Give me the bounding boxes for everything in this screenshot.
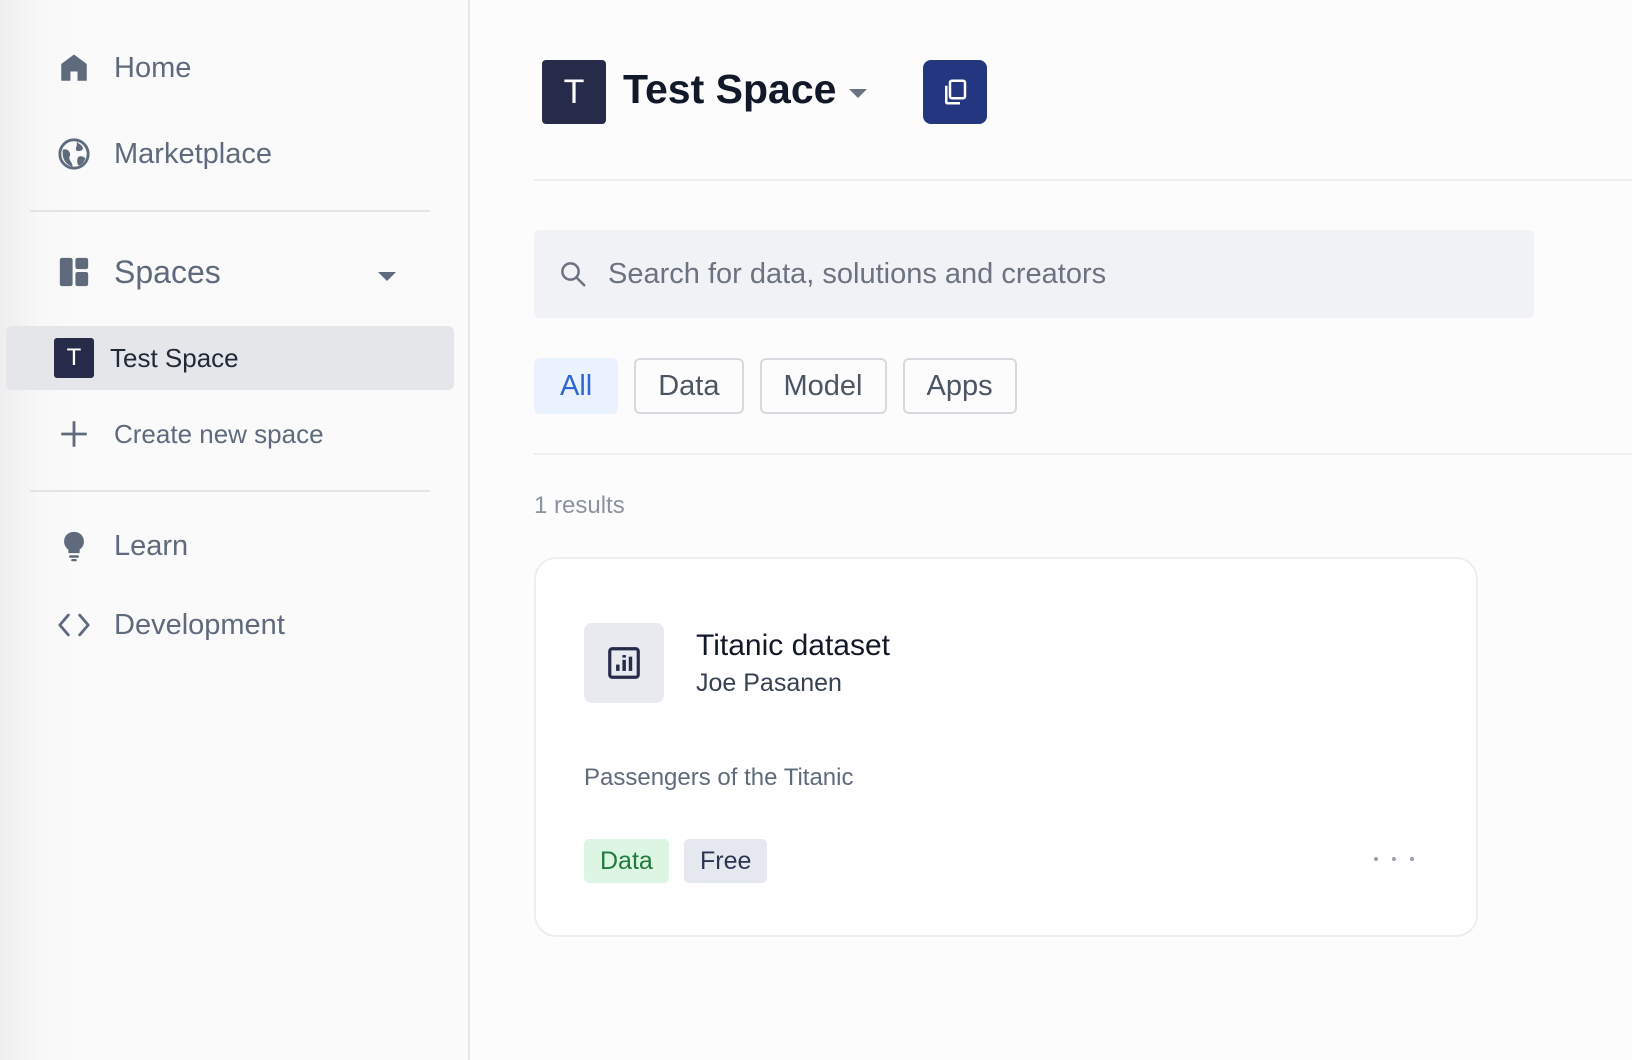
space-label: Test Space <box>110 342 239 373</box>
chevron-down-icon[interactable] <box>848 88 868 99</box>
divider <box>30 210 430 212</box>
filter-apps[interactable]: Apps <box>902 358 1017 414</box>
header-divider <box>534 179 1632 181</box>
code-icon <box>56 607 92 643</box>
sidebar: Home Marketplace Spaces T Test Space Cre… <box>0 0 470 1060</box>
sidebar-spaces-label: Spaces <box>114 253 221 290</box>
lightbulb-icon <box>56 528 92 564</box>
chart-icon <box>608 647 640 679</box>
sidebar-item-label: Learn <box>114 529 189 562</box>
copy-button[interactable] <box>923 60 987 124</box>
home-icon <box>56 50 92 86</box>
sidebar-item-home[interactable]: Home <box>0 40 470 96</box>
chevron-down-icon[interactable] <box>376 271 398 283</box>
filters-divider <box>534 453 1632 455</box>
space-avatar: T <box>54 338 94 378</box>
search-icon <box>561 262 586 287</box>
sidebar-item-label: Home <box>114 51 192 84</box>
create-space-button[interactable]: Create new space <box>0 406 470 462</box>
sidebar-item-label: Development <box>114 608 285 641</box>
divider <box>30 490 430 492</box>
filter-tabs: All Data Model Apps <box>534 358 1017 414</box>
sidebar-item-marketplace[interactable]: Marketplace <box>0 126 470 182</box>
page-title[interactable]: Test Space <box>623 66 836 113</box>
tag-free: Free <box>684 839 768 883</box>
sidebar-space-test-space[interactable]: T Test Space <box>6 326 454 390</box>
card-icon-container <box>584 623 664 703</box>
dot-icon <box>1392 857 1396 861</box>
sidebar-item-label: Marketplace <box>114 137 272 170</box>
results-count: 1 results <box>534 492 625 519</box>
sidebar-item-development[interactable]: Development <box>0 597 470 653</box>
sidebar-spaces-toggle[interactable]: Spaces <box>0 244 470 300</box>
filter-model[interactable]: Model <box>759 358 887 414</box>
copy-icon <box>945 79 967 105</box>
main-content: T Test Space All Data Model Apps 1 resul… <box>472 0 1632 1060</box>
card-title[interactable]: Titanic dataset <box>696 629 890 663</box>
dashboard-icon <box>56 254 92 290</box>
plus-icon <box>56 416 92 452</box>
create-space-label: Create new space <box>114 418 324 449</box>
more-options-button[interactable] <box>1374 847 1414 871</box>
search-input[interactable] <box>608 257 1508 291</box>
filter-data[interactable]: Data <box>634 358 744 414</box>
dot-icon <box>1374 857 1378 861</box>
result-card[interactable]: Titanic dataset Joe Pasanen Passengers o… <box>534 557 1478 937</box>
space-avatar-large: T <box>542 60 606 124</box>
card-author: Joe Pasanen <box>696 669 842 697</box>
card-description: Passengers of the Titanic <box>584 764 854 791</box>
sidebar-item-learn[interactable]: Learn <box>0 518 470 574</box>
globe-icon <box>56 136 92 172</box>
tag-data: Data <box>584 839 669 883</box>
filter-all[interactable]: All <box>534 358 619 414</box>
search-bar[interactable] <box>534 230 1534 318</box>
dot-icon <box>1410 857 1414 861</box>
